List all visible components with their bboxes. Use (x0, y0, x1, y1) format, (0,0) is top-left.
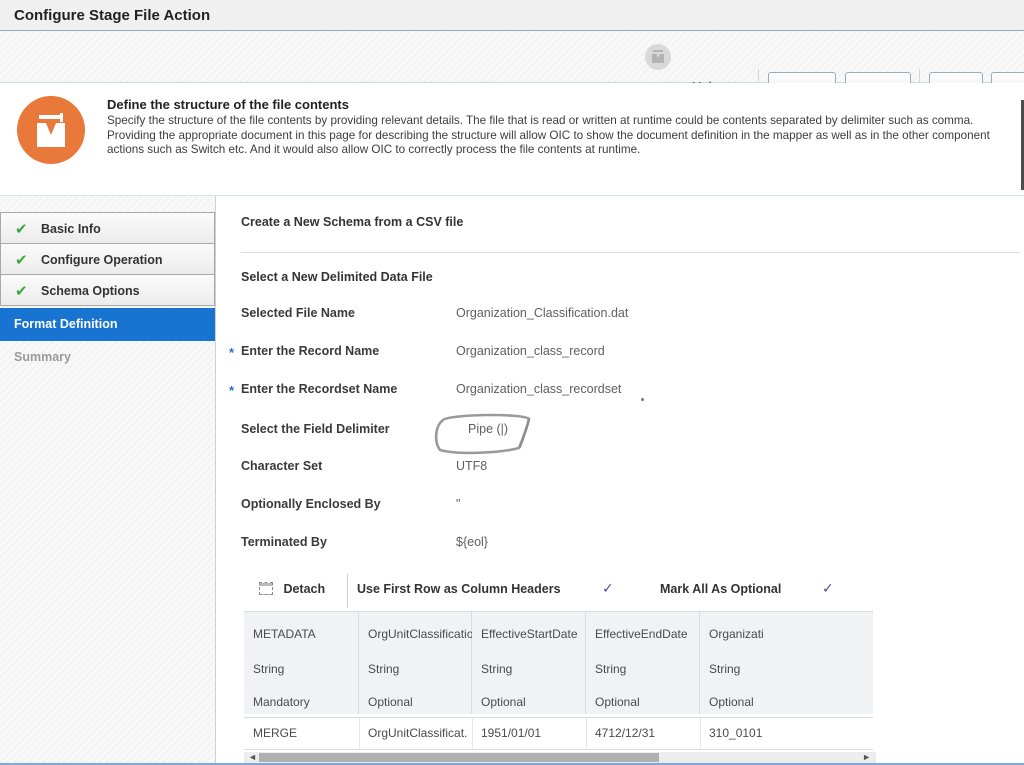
green-check-icon: ✔ (15, 220, 28, 238)
field-label: Terminated By (241, 535, 327, 549)
sidebar-item-label: Configure Operation (41, 253, 163, 267)
selected-file-name-value: Organization_Classification.dat (456, 306, 628, 320)
required-asterisk: * (229, 383, 234, 398)
field-record-name: * Enter the Record Name Organization_cla… (216, 344, 1016, 364)
column-header: EffectiveEndDateStringOptional (586, 612, 700, 714)
table-toolbar: Detach Use First Row as Column Headers ✓… (244, 574, 864, 608)
scroll-right-arrow[interactable]: ► (862, 752, 871, 763)
field-label: Selected File Name (241, 306, 355, 320)
step-heading: Define the structure of the file content… (107, 97, 349, 112)
table-row[interactable]: MERGE OrgUnitClassificat... 1951/01/01 4… (244, 717, 873, 750)
field-label: Enter the Record Name (241, 344, 379, 358)
stage-file-glyph (37, 113, 65, 147)
sidebar-item-label: Format Definition (14, 317, 117, 331)
field-selected-file-name: Selected File Name Organization_Classifi… (216, 306, 1016, 326)
format-definition-panel: Create a New Schema from a CSV file Sele… (215, 196, 1024, 765)
table-header: METADATAStringMandatory OrgUnitClassific… (244, 611, 873, 713)
step-description-panel: Define the structure of the file content… (0, 83, 1024, 196)
sidebar-item-schema-options[interactable]: ✔ Schema Options (0, 274, 215, 306)
sidebar-item-configure-operation[interactable]: ✔ Configure Operation (0, 243, 215, 275)
form-title: Create a New Schema from a CSV file (241, 215, 463, 229)
record-name-input[interactable]: Organization_class_record (456, 344, 605, 358)
green-check-icon: ✔ (15, 282, 28, 300)
divider (241, 252, 1021, 253)
section-title: Select a New Delimited Data File (241, 270, 433, 284)
field-label: Character Set (241, 459, 322, 473)
column-header: OrgUnitClassificationStringOptional (359, 612, 472, 714)
configure-stage-file-action-dialog: Configure Stage File Action Help▾ < Back… (0, 0, 1024, 765)
field-label: Enter the Recordset Name (241, 382, 397, 396)
detach-icon (259, 582, 273, 595)
step-description: Specify the structure of the file conten… (107, 114, 1019, 158)
field-character-set: Character Set UTF8 (216, 459, 1016, 479)
dialog-title: Configure Stage File Action (14, 7, 210, 24)
sidebar-item-format-definition[interactable]: Format Definition (0, 308, 215, 341)
required-asterisk: * (229, 345, 234, 360)
top-toolbar: Help▾ < Back Next > Close Done (0, 31, 1024, 83)
field-label: Optionally Enclosed By (241, 497, 381, 511)
column-header: METADATAStringMandatory (244, 612, 359, 714)
field-field-delimiter: Select the Field Delimiter Pipe (|) (216, 422, 1016, 442)
sidebar-item-label: Summary (14, 350, 71, 364)
stage-file-glyph (652, 50, 664, 63)
table-horizontal-scrollbar[interactable]: ◄ ► (244, 752, 876, 763)
wizard-steps-sidebar: ✔ Basic Info ✔ Configure Operation ✔ Sch… (0, 196, 215, 765)
detach-button[interactable]: Detach (259, 580, 325, 598)
mark-all-optional-checkbox[interactable]: ✓ (822, 580, 834, 597)
field-terminated-by: Terminated By ${eol} (216, 535, 1016, 555)
terminated-by-input[interactable]: ${eol} (456, 535, 488, 549)
cursor-dot (641, 398, 644, 401)
optionally-enclosed-by-input[interactable]: " (456, 497, 460, 511)
field-recordset-name: * Enter the Recordset Name Organization_… (216, 382, 1016, 402)
stage-file-icon-orange (17, 96, 85, 164)
recordset-name-input[interactable]: Organization_class_recordset (456, 382, 621, 396)
column-header: OrganizatiStringOptional (700, 612, 873, 714)
toolbar-divider (347, 574, 348, 608)
column-header: EffectiveStartDateStringOptional (472, 612, 586, 714)
schema-columns-table: METADATAStringMandatory OrgUnitClassific… (244, 611, 873, 751)
scroll-left-arrow[interactable]: ◄ (248, 752, 257, 763)
sidebar-item-summary[interactable]: Summary (0, 341, 215, 373)
stage-file-icon-gray (645, 44, 671, 70)
hand-drawn-annotation (430, 412, 536, 458)
sidebar-item-basic-info[interactable]: ✔ Basic Info (0, 212, 215, 244)
sidebar-item-label: Schema Options (41, 284, 140, 298)
dialog-title-bar: Configure Stage File Action (0, 0, 1024, 31)
sidebar-item-label: Basic Info (41, 222, 101, 236)
field-optionally-enclosed-by: Optionally Enclosed By " (216, 497, 1016, 517)
scrollbar-thumb[interactable] (259, 753, 659, 762)
first-row-headers-checkbox[interactable]: ✓ (602, 580, 614, 597)
green-check-icon: ✔ (15, 251, 28, 269)
mark-all-optional-label: Mark All As Optional (660, 582, 781, 596)
first-row-headers-label: Use First Row as Column Headers (357, 582, 561, 596)
character-set-select[interactable]: UTF8 (456, 459, 487, 473)
field-label: Select the Field Delimiter (241, 422, 390, 436)
detach-label: Detach (283, 582, 325, 596)
